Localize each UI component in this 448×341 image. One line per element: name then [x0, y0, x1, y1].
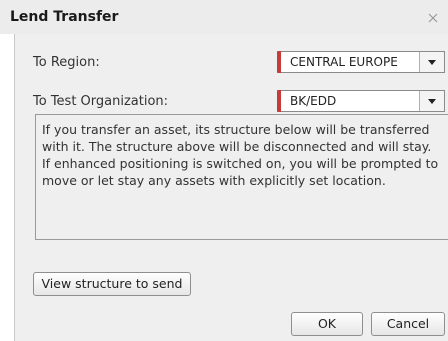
organization-label: To Test Organization:	[33, 94, 169, 109]
region-select-value: CENTRAL EUROPE	[290, 55, 398, 69]
close-icon[interactable]	[428, 8, 442, 23]
title-bar: Lend Transfer	[0, 0, 448, 34]
region-label: To Region:	[33, 55, 100, 70]
chevron-down-icon[interactable]	[419, 91, 444, 111]
lend-transfer-dialog: Lend Transfer To Region: CENTRAL EUROPE …	[0, 0, 448, 341]
select-accent	[277, 51, 281, 73]
view-structure-button[interactable]: View structure to send	[33, 272, 191, 296]
info-text: If you transfer an asset, its structure …	[35, 114, 448, 240]
organization-select-value: BK/EDD	[290, 94, 337, 108]
cancel-button[interactable]: Cancel	[371, 312, 445, 336]
dialog-body: To Region: CENTRAL EUROPE To Test Organi…	[14, 34, 448, 341]
chevron-down-icon[interactable]	[419, 52, 444, 72]
region-select[interactable]: CENTRAL EUROPE	[277, 51, 445, 73]
organization-select[interactable]: BK/EDD	[277, 90, 445, 112]
select-accent	[277, 90, 281, 112]
ok-button[interactable]: OK	[291, 312, 363, 336]
dialog-title: Lend Transfer	[10, 9, 119, 25]
